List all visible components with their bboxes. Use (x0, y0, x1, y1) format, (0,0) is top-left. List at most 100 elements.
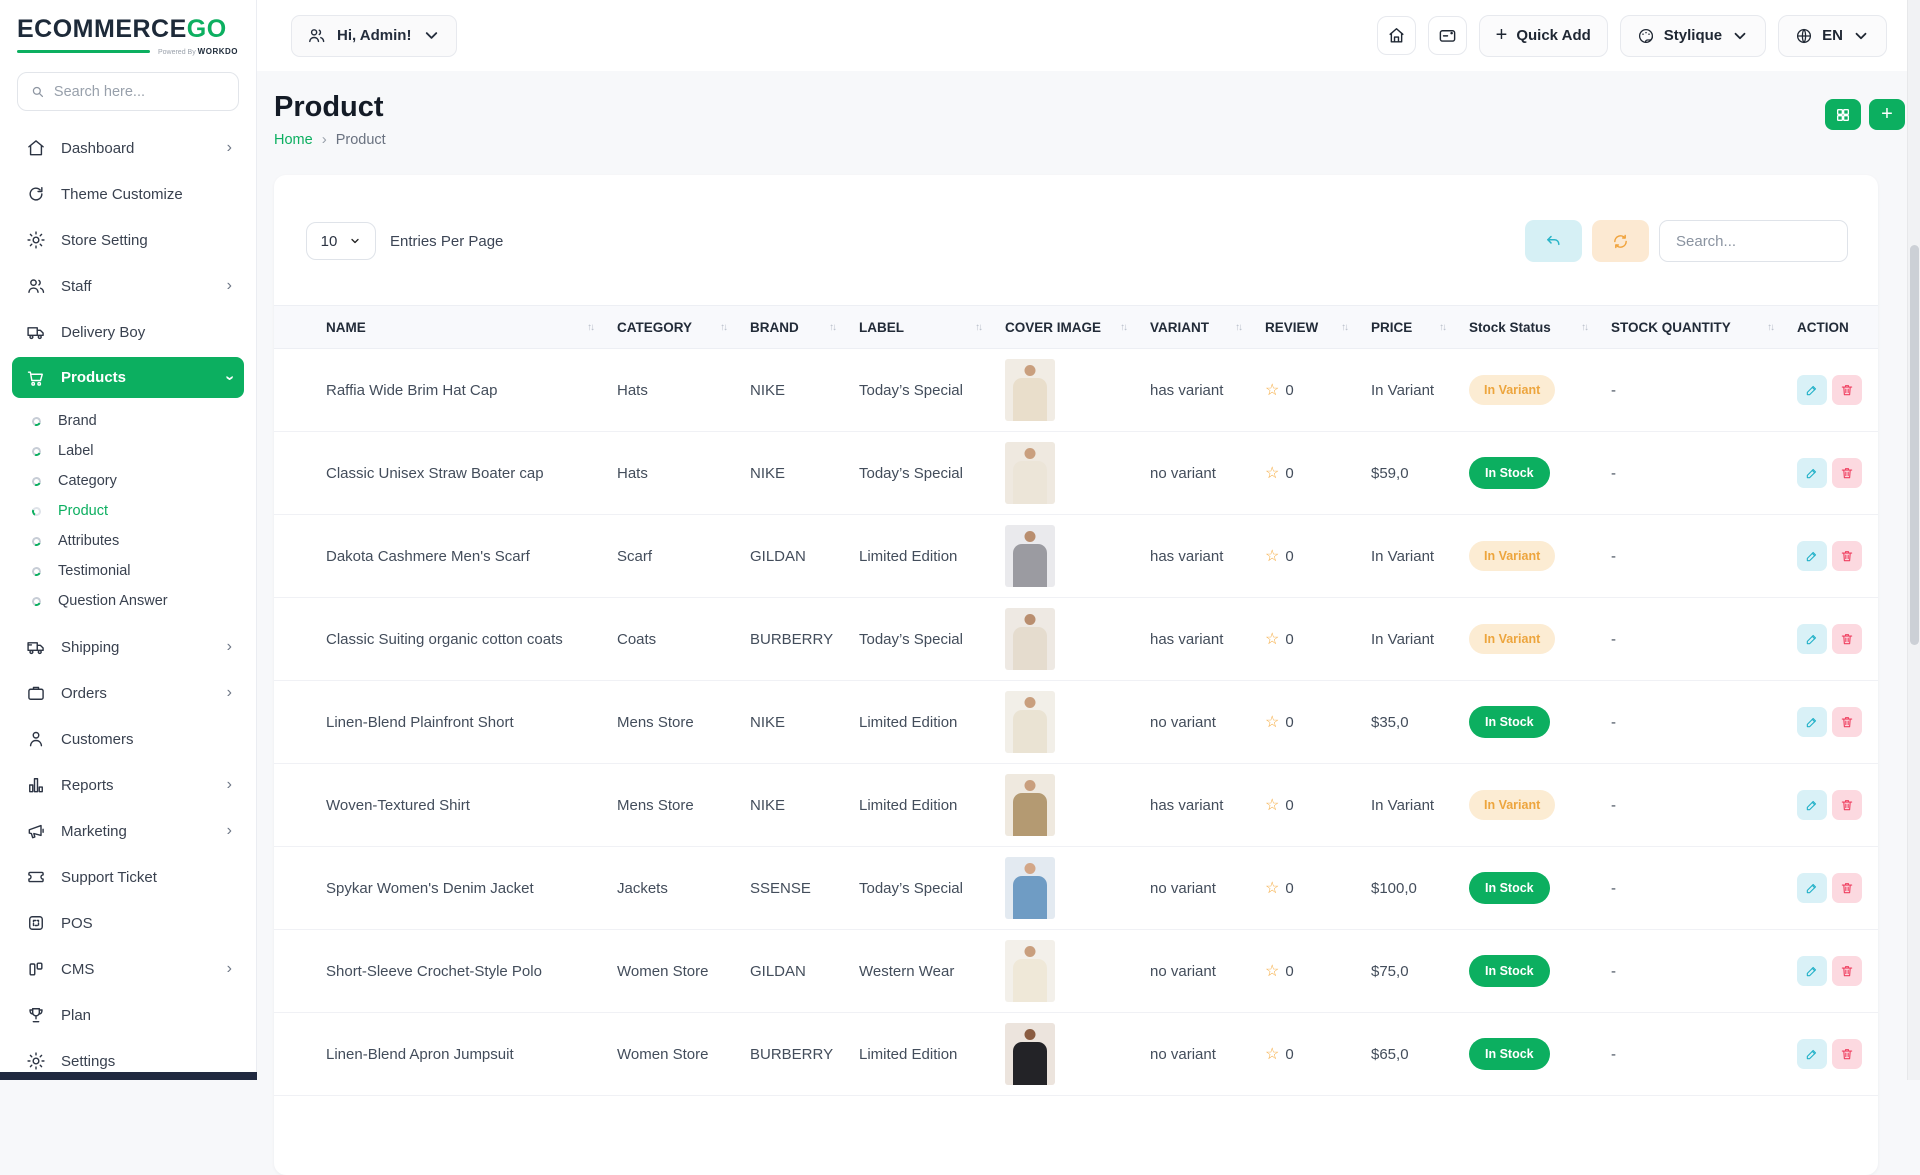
product-cover-image[interactable] (1005, 359, 1055, 421)
column-header-label[interactable]: LABEL↑↓ (849, 306, 995, 349)
delete-button[interactable] (1832, 790, 1862, 820)
table-search-input[interactable] (1659, 220, 1848, 262)
pencil-icon (1805, 1047, 1819, 1061)
product-label: Today’s Special (849, 598, 995, 681)
product-cover-image[interactable] (1005, 442, 1055, 504)
admin-menu-button[interactable]: Hi, Admin! (291, 15, 457, 57)
app-logo[interactable]: ECOMMERCEGO Powered By WORKDO (0, 0, 256, 56)
sidebar-subitem-label: Category (58, 473, 117, 489)
sidebar-item-label: POS (61, 915, 93, 932)
scrollbar-thumb[interactable] (1910, 245, 1919, 645)
product-brand: NIKE (740, 681, 849, 764)
product-review: ☆0 (1255, 930, 1361, 1013)
sidebar-item-orders[interactable]: Orders› (12, 670, 244, 716)
review-count: 0 (1285, 631, 1293, 648)
column-header-name[interactable]: NAME↑↓ (274, 306, 607, 349)
sidebar-subitem-attributes[interactable]: Attributes (12, 526, 244, 556)
sidebar-item-theme-customize[interactable]: Theme Customize (12, 171, 244, 217)
sidebar-item-shipping[interactable]: Shipping› (12, 624, 244, 670)
delete-button[interactable] (1832, 956, 1862, 986)
edit-button[interactable] (1797, 375, 1827, 405)
delete-button[interactable] (1832, 624, 1862, 654)
column-header-cover-image[interactable]: COVER IMAGE↑↓ (995, 306, 1140, 349)
sort-arrows-icon: ↑↓ (1439, 322, 1445, 333)
chevron-right-icon: › (227, 140, 232, 156)
edit-button[interactable] (1797, 956, 1827, 986)
edit-button[interactable] (1797, 873, 1827, 903)
sidebar-item-label: Staff (61, 278, 92, 295)
product-cover-image[interactable] (1005, 857, 1055, 919)
column-header-category[interactable]: CATEGORY↑↓ (607, 306, 740, 349)
product-label: Today’s Special (849, 349, 995, 432)
users-icon (307, 26, 326, 45)
sidebar-item-plan[interactable]: Plan (12, 992, 244, 1038)
sidebar-item-marketing[interactable]: Marketing› (12, 808, 244, 854)
stock-quantity: - (1601, 930, 1787, 1013)
edit-button[interactable] (1797, 541, 1827, 571)
product-category: Jackets (607, 847, 740, 930)
delete-button[interactable] (1832, 873, 1862, 903)
sidebar-subitem-label[interactable]: Label (12, 436, 244, 466)
product-cover-image[interactable] (1005, 774, 1055, 836)
delete-button[interactable] (1832, 1039, 1862, 1069)
sidebar-item-staff[interactable]: Staff› (12, 263, 244, 309)
edit-button[interactable] (1797, 707, 1827, 737)
sidebar-subitem-category[interactable]: Category (12, 466, 244, 496)
sidebar-subitem-product[interactable]: Product (12, 496, 244, 526)
sidebar-item-reports[interactable]: Reports› (12, 762, 244, 808)
sidebar-item-store-setting[interactable]: Store Setting (12, 217, 244, 263)
edit-button[interactable] (1797, 458, 1827, 488)
sidebar-item-delivery-boy[interactable]: Delivery Boy (12, 309, 244, 355)
edit-button[interactable] (1797, 1039, 1827, 1069)
add-product-button[interactable]: + (1869, 99, 1905, 130)
quick-add-button[interactable]: + Quick Add (1479, 15, 1608, 57)
sidebar-subitem-brand[interactable]: Brand (12, 406, 244, 436)
sidebar-item-products[interactable]: Products› (12, 357, 244, 398)
sidebar-subitem-testimonial[interactable]: Testimonial (12, 556, 244, 586)
sidebar-search[interactable] (17, 72, 239, 111)
product-cover-image[interactable] (1005, 691, 1055, 753)
delete-button[interactable] (1832, 458, 1862, 488)
sidebar-item-customers[interactable]: Customers (12, 716, 244, 762)
edit-button[interactable] (1797, 624, 1827, 654)
theme-selector-button[interactable]: Stylique (1620, 15, 1766, 57)
sidebar-item-cms[interactable]: CMS› (12, 946, 244, 992)
refresh-button[interactable] (1592, 220, 1649, 262)
sidebar-subitem-question-answer[interactable]: Question Answer (12, 586, 244, 616)
column-header-variant[interactable]: VARIANT↑↓ (1140, 306, 1255, 349)
column-header-review[interactable]: REVIEW↑↓ (1255, 306, 1361, 349)
sidebar-item-pos[interactable]: POS (12, 900, 244, 946)
delete-button[interactable] (1832, 707, 1862, 737)
product-category: Women Store (607, 930, 740, 1013)
product-cover-image[interactable] (1005, 525, 1055, 587)
breadcrumb-home-link[interactable]: Home (274, 132, 313, 148)
delete-button[interactable] (1832, 375, 1862, 405)
grid-view-button[interactable] (1825, 99, 1861, 130)
column-header-price[interactable]: PRICE↑↓ (1361, 306, 1459, 349)
column-header-stock-status[interactable]: Stock Status↑↓ (1459, 306, 1601, 349)
sidebar-item-label: Support Ticket (61, 869, 157, 886)
entries-per-page-select[interactable]: 10 (306, 222, 376, 260)
vertical-scrollbar[interactable] (1907, 0, 1920, 1080)
home-button[interactable] (1377, 16, 1416, 55)
sidebar-item-support-ticket[interactable]: Support Ticket (12, 854, 244, 900)
edit-button[interactable] (1797, 790, 1827, 820)
undo-button[interactable] (1525, 220, 1582, 262)
language-selector-button[interactable]: EN (1778, 15, 1887, 57)
product-name: Woven-Textured Shirt (274, 764, 607, 847)
product-cover-image[interactable] (1005, 608, 1055, 670)
plus-icon: + (1496, 25, 1508, 45)
product-brand: GILDAN (740, 515, 849, 598)
bullet-ring-icon (31, 505, 43, 517)
delete-button[interactable] (1832, 541, 1862, 571)
review-count: 0 (1285, 963, 1293, 980)
sidebar-item-dashboard[interactable]: Dashboard› (12, 125, 244, 171)
column-header-stock-quantity[interactable]: STOCK QUANTITY↑↓ (1601, 306, 1787, 349)
sidebar-search-input[interactable] (54, 84, 226, 100)
product-cover-image[interactable] (1005, 1023, 1055, 1085)
column-header-brand[interactable]: BRAND↑↓ (740, 306, 849, 349)
product-brand: BURBERRY (740, 1013, 849, 1096)
product-cover-image[interactable] (1005, 940, 1055, 1002)
messages-button[interactable] (1428, 16, 1467, 55)
column-label: REVIEW (1265, 320, 1318, 335)
